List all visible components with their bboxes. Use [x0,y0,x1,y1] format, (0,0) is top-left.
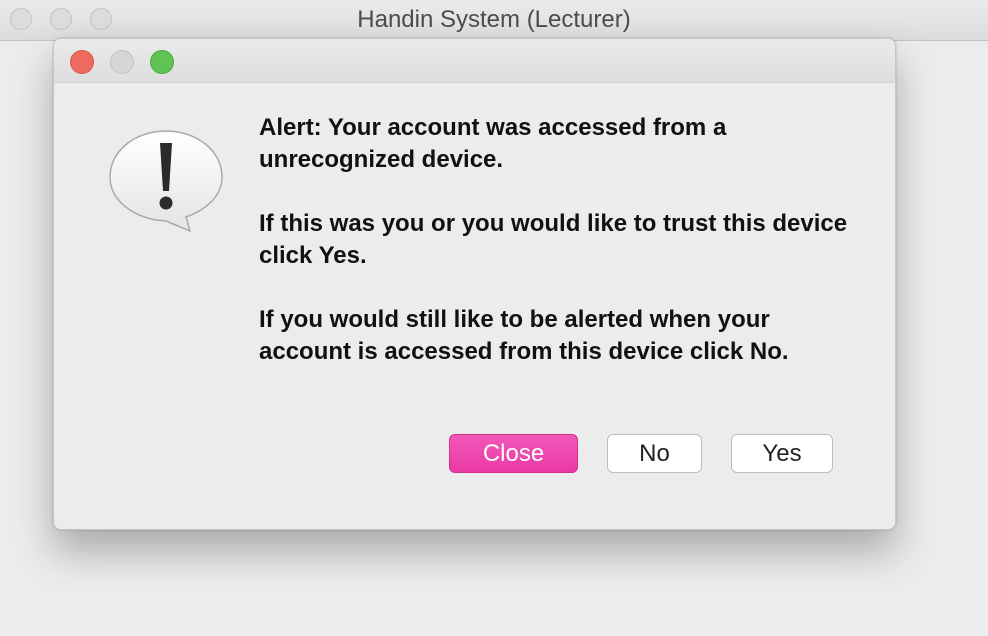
dialog-zoom-light-button[interactable] [150,50,174,74]
alert-message: Alert: Your account was accessed from a … [259,112,859,400]
yes-button[interactable]: Yes [731,434,833,473]
parent-window-title: Handin System (Lecturer) [357,6,631,33]
alert-message-line: Alert: Your account was accessed from a … [259,114,727,173]
alert-message-line: If you would still like to be alerted wh… [259,306,789,365]
parent-title-bar: Handin System (Lecturer) [0,0,988,41]
dialog-minimize-light-button[interactable] [110,50,134,74]
dialog-title-bar [54,39,895,83]
alert-speech-bubble-icon [109,130,223,233]
alert-dialog: Alert: Your account was accessed from a … [53,38,896,530]
no-button[interactable]: No [607,434,702,473]
close-button[interactable]: Close [449,434,578,473]
alert-message-line: If this was you or you would like to tru… [259,210,848,269]
dialog-close-light-button[interactable] [70,50,94,74]
